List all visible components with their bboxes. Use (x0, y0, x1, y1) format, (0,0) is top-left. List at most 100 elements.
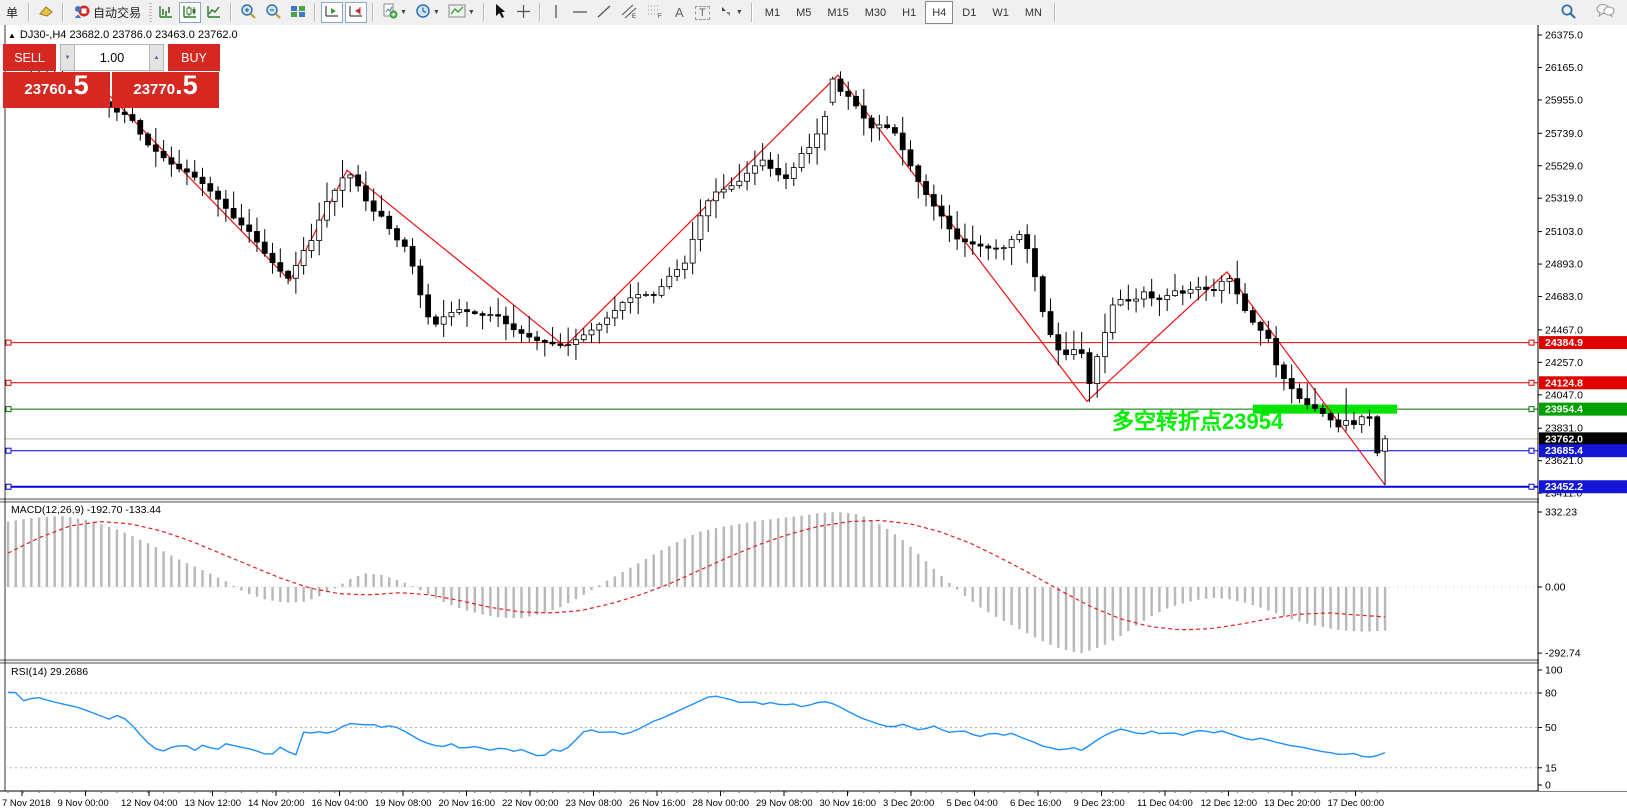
zoom-out-button[interactable] (262, 2, 285, 23)
bar-chart-button[interactable] (155, 2, 177, 23)
candle-bearish (223, 199, 228, 208)
horizontal-line-tool[interactable] (569, 2, 591, 23)
vertical-line-icon (550, 4, 562, 22)
candle-bullish (441, 317, 446, 324)
sell-button[interactable]: SELL (3, 44, 56, 71)
timeframe-H4[interactable]: H4 (925, 1, 953, 24)
candle-bullish (317, 220, 322, 240)
price-tick-label: 25529.0 (1545, 160, 1583, 172)
candle-bearish (1258, 322, 1263, 330)
arrows-tool[interactable]: ▼ (715, 2, 746, 23)
time-label: 20 Nov 16:00 (439, 798, 496, 809)
line-handle-right[interactable] (1529, 448, 1534, 453)
vertical-line-tool[interactable] (546, 2, 567, 23)
history-center-button[interactable] (35, 2, 57, 23)
autotrading-button[interactable]: 自动交易 (69, 2, 146, 23)
candle-bearish (216, 191, 221, 199)
price-tick-label: 24893.0 (1545, 259, 1583, 271)
sell-price-display[interactable]: 23760.5 (3, 72, 110, 108)
search-button[interactable] (1557, 2, 1580, 23)
candle-bearish (1297, 389, 1302, 399)
candle-bullish (791, 168, 796, 179)
trendline-icon (596, 4, 612, 22)
line-handle-right[interactable] (1529, 407, 1534, 412)
buy-price-display[interactable]: 23770.5 (112, 72, 219, 108)
indicators-button[interactable]: ▼ (379, 2, 410, 23)
trendline-tool[interactable] (593, 2, 615, 23)
line-handle-left[interactable] (6, 407, 11, 412)
auto-scroll-button[interactable] (321, 2, 343, 23)
text-tool[interactable]: A (669, 2, 690, 23)
candlestick-chart-button[interactable] (179, 2, 201, 23)
candle-bearish (192, 172, 197, 177)
crosshair-button[interactable] (513, 2, 534, 23)
templates-button[interactable]: ▼ (445, 2, 478, 23)
chat-button[interactable] (1592, 2, 1618, 23)
price-tick-label: 25739.0 (1545, 128, 1583, 140)
price-tick-label: 24047.0 (1545, 389, 1583, 401)
candle-bullish (324, 201, 329, 220)
chart-canvas[interactable]: 多空转折点2395426375.026165.025955.025739.025… (0, 25, 1627, 811)
line-handle-left[interactable] (6, 340, 11, 345)
periods-button[interactable]: ▼ (412, 2, 443, 23)
timeframe-M1[interactable]: M1 (758, 1, 787, 24)
zoom-in-icon (240, 3, 257, 22)
line-handle-right[interactable] (1529, 380, 1534, 385)
equidistant-channel-tool[interactable]: E (617, 2, 641, 23)
candle-bearish (138, 120, 143, 134)
volume-decrease-spinner[interactable]: ▼ (60, 44, 75, 71)
tile-windows-button[interactable] (287, 2, 309, 23)
line-chart-button[interactable] (203, 2, 225, 23)
chevron-down-icon[interactable]: ▼ (468, 9, 475, 16)
new-order-label: 单 (6, 4, 18, 21)
line-handle-right[interactable] (1529, 340, 1534, 345)
candle-bullish (690, 239, 695, 263)
candle-bearish (465, 310, 470, 312)
zoom-in-button[interactable] (237, 2, 260, 23)
candle-bullish (589, 330, 594, 335)
macd-tick-label: 0.00 (1545, 582, 1566, 594)
line-handle-right[interactable] (1529, 484, 1534, 489)
chevron-down-icon[interactable]: ▼ (736, 9, 743, 16)
candle-bearish (177, 164, 182, 169)
candle-bearish (254, 231, 259, 242)
timeframe-M30[interactable]: M30 (858, 1, 893, 24)
line-handle-left[interactable] (6, 484, 11, 489)
chart-shift-button[interactable] (345, 2, 367, 23)
panel-collapse-icon[interactable]: ▲ (8, 31, 16, 40)
chevron-down-icon[interactable]: ▼ (433, 9, 440, 16)
new-order-button[interactable]: 单 (1, 2, 23, 23)
timeframe-D1[interactable]: D1 (955, 1, 983, 24)
buy-button[interactable]: BUY (168, 44, 220, 71)
fibonacci-tool[interactable]: F (643, 2, 667, 23)
timeframe-M15[interactable]: M15 (820, 1, 855, 24)
candle-bullish (1095, 357, 1100, 384)
candle-bullish (581, 335, 586, 340)
candle-bearish (931, 195, 936, 207)
line-handle-left[interactable] (6, 380, 11, 385)
timeframe-MN[interactable]: MN (1018, 1, 1049, 24)
time-label: 16 Nov 04:00 (312, 798, 369, 809)
rsi-label: RSI(14) 29.2686 (11, 666, 88, 678)
candle-bearish (970, 242, 975, 244)
toolbar-separator (28, 3, 30, 22)
candle-bearish (1040, 277, 1045, 312)
autotrading-label: 自动交易 (93, 4, 141, 21)
cursor-button[interactable] (490, 2, 511, 23)
timeframe-M5[interactable]: M5 (789, 1, 818, 24)
candle-bullish (1383, 439, 1388, 451)
chevron-down-icon[interactable]: ▼ (400, 9, 407, 16)
line-handle-left[interactable] (6, 448, 11, 453)
text-label-tool[interactable]: T (692, 2, 713, 23)
volume-input[interactable] (75, 44, 149, 71)
candle-bullish (706, 201, 711, 216)
timeframe-H1[interactable]: H1 (895, 1, 923, 24)
rsi-tick-label: 100 (1545, 665, 1563, 677)
volume-increase-spinner[interactable]: ▲ (149, 44, 164, 71)
timeframe-W1[interactable]: W1 (985, 1, 1016, 24)
candle-bearish (535, 337, 540, 340)
candle-bearish (846, 91, 851, 96)
candle-bearish (994, 248, 999, 249)
crosshair-icon (516, 4, 531, 22)
candle-bearish (908, 150, 913, 166)
